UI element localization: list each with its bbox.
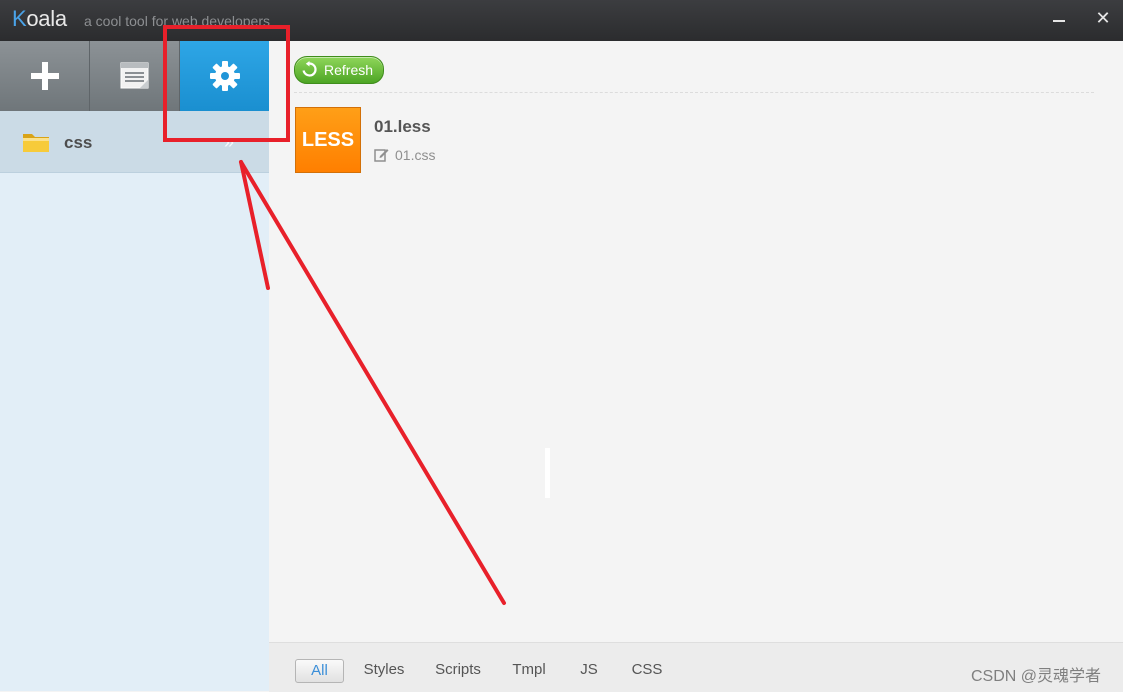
filter-styles[interactable]: Styles <box>357 659 411 681</box>
sidebar: css » <box>0 111 269 691</box>
watermark: CSDN @灵魂学者 <box>971 668 1102 685</box>
divider <box>294 92 1094 93</box>
refresh-icon <box>302 61 317 77</box>
close-button[interactable]: ✕ <box>1091 8 1115 32</box>
log-icon <box>120 62 148 89</box>
app-title-rest: oala <box>26 6 67 31</box>
title-bar: Koala a cool tool for web developers ✕ <box>0 0 1123 41</box>
edit-icon[interactable] <box>374 147 389 162</box>
filter-css[interactable]: CSS <box>627 659 667 681</box>
app-tagline: a cool tool for web developers <box>84 13 270 29</box>
plus-icon <box>30 62 59 90</box>
refresh-label: Refresh <box>324 62 374 78</box>
minimize-button[interactable] <box>1047 8 1071 32</box>
double-chevron-right-icon[interactable]: » <box>224 132 234 153</box>
filter-scripts[interactable]: Scripts <box>427 659 489 681</box>
project-label: css <box>64 133 93 152</box>
app-title: Koala <box>12 6 67 32</box>
toolbar <box>0 41 269 111</box>
file-name: 01.less <box>374 117 431 136</box>
folder-icon <box>23 134 49 152</box>
refresh-button[interactable]: Refresh <box>294 56 384 84</box>
file-item-01-less[interactable]: LESS 01.less 01.css <box>295 107 595 175</box>
less-badge: LESS <box>295 107 361 173</box>
text-cursor-mark <box>545 448 550 498</box>
app-title-initial: K <box>12 6 27 31</box>
minimize-icon <box>1053 20 1065 22</box>
log-button[interactable] <box>90 41 180 111</box>
settings-button[interactable] <box>180 41 269 111</box>
main-panel: Refresh LESS 01.less 01.css All Styles S… <box>269 41 1123 692</box>
filter-all[interactable]: All <box>295 659 344 683</box>
project-item-css[interactable]: css » <box>0 111 269 173</box>
filter-tmpl[interactable]: Tmpl <box>505 659 553 681</box>
filter-js[interactable]: JS <box>575 659 603 681</box>
close-icon: ✕ <box>1095 8 1111 28</box>
gear-icon <box>209 61 240 91</box>
output-file-name: 01.css <box>395 147 436 163</box>
add-project-button[interactable] <box>0 41 90 111</box>
